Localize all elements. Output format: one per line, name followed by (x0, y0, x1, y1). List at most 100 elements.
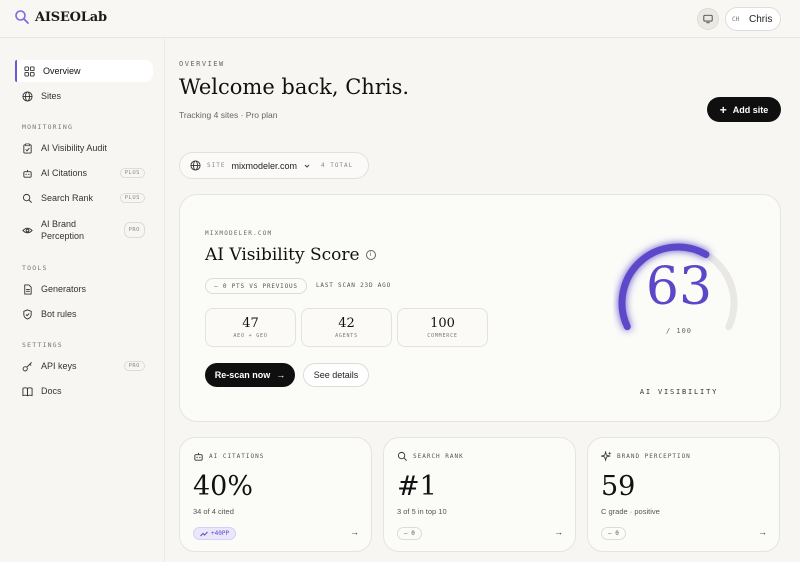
rescan-button[interactable]: Re-scan now → (205, 363, 295, 387)
card-title: AI Visibility Score i (205, 245, 376, 265)
sidebar-item-generators[interactable]: Generators (15, 278, 153, 300)
score-value: 63 (645, 257, 713, 317)
info-icon[interactable]: i (365, 250, 376, 260)
app-name: AISEOLab (35, 9, 107, 25)
shield-icon (23, 308, 32, 320)
sidebar-item-bot-rules[interactable]: Bot rules (15, 303, 153, 325)
card-header-label: SEARCH RANK (413, 453, 464, 460)
arrow-right-icon[interactable]: → (758, 527, 767, 537)
top-bar: AISEOLab CH Chris (0, 0, 800, 38)
plan-badge: PRO (123, 222, 145, 238)
search-rank-card[interactable]: SEARCH RANK #1 3 of 5 in top 10 — 0 → (383, 437, 576, 552)
arrow-right-icon[interactable]: → (350, 527, 359, 537)
sidebar-item-overview[interactable]: Overview (15, 60, 153, 82)
card-subtext: C grade · positive (601, 507, 660, 516)
robot-icon (194, 452, 203, 461)
key-icon (22, 361, 32, 371)
score-max: / 100 (665, 327, 693, 335)
add-site-label: Add site (732, 104, 769, 115)
sparkle-icon (601, 451, 612, 462)
sidebar-item-ai-visibility-audit[interactable]: AI Visibility Audit (15, 137, 153, 159)
monitor-icon (703, 14, 713, 24)
add-site-button[interactable]: + Add site (707, 97, 781, 122)
search-icon (397, 451, 407, 461)
robot-icon (23, 169, 32, 178)
chevron-down-icon (304, 164, 310, 168)
sidebar-item-search-rank[interactable]: Search Rank PLUS (15, 187, 153, 209)
sidebar-item-label: Docs (41, 386, 62, 396)
page-subtitle: Tracking 4 sites · Pro plan (179, 110, 278, 120)
plan-badge: PLUS (119, 193, 145, 203)
sidebar-item-sites[interactable]: Sites (15, 85, 153, 107)
sidebar-item-ai-brand-perception[interactable]: AI Brand Perception PRO (15, 216, 153, 244)
trend-chip: +40PP (193, 527, 237, 540)
arrow-right-icon: → (276, 370, 286, 380)
trend-chip: — 0 (601, 527, 626, 540)
stat-commerce: 100 COMMERCE (397, 308, 488, 347)
visibility-score-card: MIXMODELER.COM AI Visibility Score i — 0… (179, 194, 781, 422)
site-selector[interactable]: SITE mixmodeler.com 4 TOTAL (179, 152, 369, 179)
see-details-button[interactable]: See details (303, 363, 369, 387)
card-value: #1 (397, 471, 437, 502)
stat-value: 42 (338, 316, 355, 331)
globe-icon (190, 160, 201, 171)
display-toggle-button[interactable] (697, 8, 719, 30)
card-value: 59 (601, 471, 636, 502)
document-icon (24, 283, 32, 295)
app-logo[interactable]: AISEOLab (14, 9, 107, 25)
globe-icon (22, 90, 33, 102)
site-count: 4 TOTAL (320, 162, 354, 169)
card-domain: MIXMODELER.COM (205, 230, 273, 237)
page-title: Welcome back, Chris. (179, 75, 410, 99)
sidebar-item-api-keys[interactable]: API keys PRO (15, 355, 153, 377)
sidebar-item-label: AI Citations (41, 168, 88, 178)
site-selector-label: SITE (207, 162, 226, 169)
page-eyebrow: OVERVIEW (179, 60, 225, 68)
card-header: AI CITATIONS (193, 451, 264, 462)
section-label-monitoring: MONITORING (22, 123, 74, 131)
sidebar-item-label: Bot rules (41, 309, 77, 319)
sidebar-item-label: AI Brand Perception (41, 219, 85, 241)
stat-aeo-geo: 47 AEO + GEO (205, 308, 296, 347)
rescan-label: Re-scan now (214, 370, 271, 380)
sidebar-item-label: Overview (43, 66, 81, 76)
search-icon (22, 193, 32, 203)
stat-value: 100 (430, 316, 455, 331)
stat-caption: AGENTS (335, 333, 358, 339)
plus-icon: + (719, 102, 727, 117)
card-subtext: 34 of 4 cited (193, 507, 234, 516)
score-delta-badge: — 0 PTS VS PREVIOUS (205, 278, 307, 294)
sidebar-item-label: Sites (41, 91, 62, 101)
card-header-label: AI CITATIONS (209, 453, 265, 460)
trend-chip-label: +40PP (211, 530, 230, 537)
sidebar-item-label: Search Rank (41, 193, 94, 203)
trend-up-icon (200, 531, 208, 536)
stat-caption: AEO + GEO (233, 333, 268, 339)
plan-badge: PLUS (119, 168, 145, 178)
sidebar-item-ai-citations[interactable]: AI Citations PLUS (15, 162, 153, 184)
plan-badge: PRO (123, 361, 145, 371)
card-value: 40% (193, 471, 254, 502)
site-selector-value: mixmodeler.com (231, 160, 297, 171)
arrow-right-icon[interactable]: → (554, 527, 563, 537)
user-name: Chris (749, 13, 773, 25)
user-menu-button[interactable]: CH Chris (725, 7, 781, 31)
eye-icon (22, 227, 33, 233)
grid-icon (24, 65, 35, 77)
stat-caption: COMMERCE (427, 333, 458, 339)
brand-perception-card[interactable]: BRAND PERCEPTION 59 C grade · positive —… (587, 437, 780, 552)
ai-citations-card[interactable]: AI CITATIONS 40% 34 of 4 cited +40PP → (179, 437, 372, 552)
card-header: BRAND PERCEPTION (601, 451, 691, 462)
sidebar-item-docs[interactable]: Docs (15, 380, 153, 402)
card-subtext: 3 of 5 in top 10 (397, 507, 447, 516)
sidebar-item-label: API keys (41, 361, 77, 371)
clipboard-icon (23, 143, 32, 154)
gauge-label: AI VISIBILITY (639, 388, 719, 396)
section-label-settings: SETTINGS (22, 341, 63, 349)
stat-agents: 42 AGENTS (301, 308, 392, 347)
trend-chip: — 0 (397, 527, 422, 540)
card-title-text: AI Visibility Score (205, 245, 360, 265)
book-icon (22, 386, 33, 396)
card-header: SEARCH RANK (397, 451, 464, 462)
avatar: CH (732, 15, 740, 23)
